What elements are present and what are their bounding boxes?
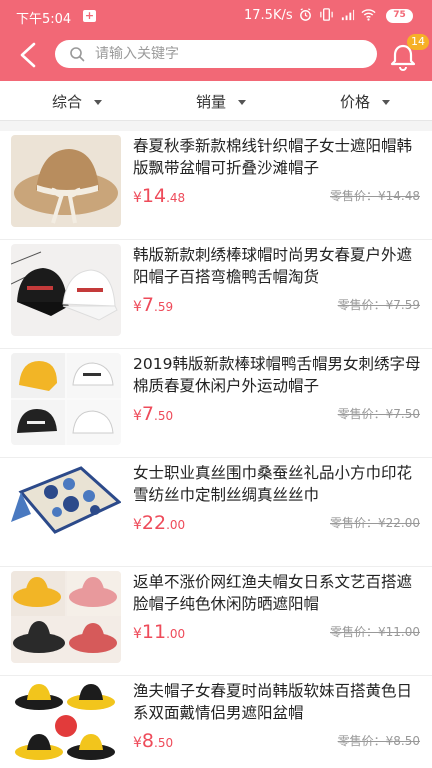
divider — [0, 121, 432, 131]
retail-price: 零售价：¥11.00 — [330, 625, 420, 639]
status-icons — [298, 7, 376, 22]
product-list: 春夏秋季新款棉线针织帽子女士遮阳帽韩版飘带盆帽可折叠沙滩帽子 ¥14.48 零售… — [0, 131, 432, 768]
product-item[interactable]: 春夏秋季新款棉线针织帽子女士遮阳帽韩版飘带盆帽可折叠沙滩帽子 ¥14.48 零售… — [0, 131, 432, 240]
product-item[interactable]: 2019韩版新款棒球帽鸭舌帽男女刺绣字母棉质春夏休闲户外运动帽子 ¥7.50 零… — [0, 349, 432, 458]
product-price: ¥7.59 — [133, 294, 173, 316]
search-icon — [70, 47, 85, 62]
alarm-icon — [300, 8, 311, 21]
product-title: 女士职业真丝围巾桑蚕丝礼品小方巾印花雪纺丝巾定制丝绸真丝丝巾 — [133, 464, 413, 504]
product-item[interactable]: 返单不涨价网红渔夫帽女日系文艺百搭遮脸帽子纯色休闲防晒遮阳帽 ¥11.00 零售… — [0, 567, 432, 676]
sort-tab-label: 价格 — [340, 92, 371, 111]
product-image-straw-hat — [11, 135, 121, 227]
retail-price: 零售价：¥7.50 — [337, 407, 420, 421]
product-title: 韩版新款刺绣棒球帽时尚男女春夏户外遮阳帽子百搭弯檐鸭舌帽淘货 — [133, 246, 413, 286]
price-integer: 14 — [141, 185, 167, 207]
battery-indicator: 75 — [386, 9, 413, 23]
signal-icon — [341, 9, 355, 21]
caret-down-icon — [382, 99, 391, 105]
price-decimal: .50 — [154, 409, 174, 423]
product-title: 2019韩版新款棒球帽鸭舌帽男女刺绣字母棉质春夏休闲户外运动帽子 — [133, 355, 421, 395]
price-currency: ¥ — [133, 408, 142, 424]
price-decimal: .50 — [154, 736, 174, 750]
caret-down-icon — [94, 99, 103, 105]
notification-plus-icon: + — [83, 9, 96, 22]
product-title: 渔夫帽子女春夏时尚韩版软妹百搭黄色日系双面戴情侣男遮阳盆帽 — [133, 682, 413, 722]
product-image-baseball-caps — [11, 244, 121, 336]
product-price: ¥14.48 — [133, 185, 185, 207]
price-decimal: .00 — [166, 627, 186, 641]
wifi-icon — [361, 9, 376, 21]
sort-tab-label: 销量 — [196, 92, 227, 111]
vibrate-icon — [320, 8, 333, 21]
product-image-bucket-hats — [11, 571, 121, 663]
product-price: ¥22.00 — [133, 512, 185, 534]
sort-tab-sales[interactable]: 销量 — [196, 81, 247, 121]
retail-price: 零售价：¥14.48 — [330, 189, 420, 203]
price-currency: ¥ — [133, 517, 142, 533]
retail-price: 零售价：¥7.59 — [337, 298, 420, 312]
product-price: ¥7.50 — [133, 403, 173, 425]
price-currency: ¥ — [133, 299, 142, 315]
price-integer: 8 — [141, 730, 155, 752]
price-currency: ¥ — [133, 190, 142, 206]
price-integer: 11 — [141, 621, 167, 643]
sort-bar: 综合 销量 价格 — [0, 81, 432, 121]
price-currency: ¥ — [133, 626, 142, 642]
price-decimal: .59 — [154, 300, 174, 314]
product-image-reversible-bucket-hats — [11, 680, 121, 768]
product-item[interactable]: 韩版新款刺绣棒球帽时尚男女春夏户外遮阳帽子百搭弯檐鸭舌帽淘货 ¥7.59 零售价… — [0, 240, 432, 349]
search-input[interactable] — [95, 46, 355, 62]
sort-tab-label: 综合 — [52, 92, 83, 111]
product-item[interactable]: 渔夫帽子女春夏时尚韩版软妹百搭黄色日系双面戴情侣男遮阳盆帽 ¥8.50 零售价：… — [0, 676, 432, 768]
product-title: 返单不涨价网红渔夫帽女日系文艺百搭遮脸帽子纯色休闲防晒遮阳帽 — [133, 573, 413, 613]
product-price: ¥8.50 — [133, 730, 173, 752]
price-currency: ¥ — [133, 735, 142, 751]
price-decimal: .00 — [166, 518, 186, 532]
product-image-silk-scarf — [11, 462, 121, 554]
sort-tab-price[interactable]: 价格 — [340, 81, 391, 121]
product-price: ¥11.00 — [133, 621, 185, 643]
notification-badge: 14 — [407, 34, 429, 50]
price-integer: 7 — [141, 294, 155, 316]
price-integer: 22 — [141, 512, 167, 534]
retail-price: 零售价：¥8.50 — [337, 734, 420, 748]
search-box[interactable] — [55, 40, 377, 68]
status-time: 下午5:04 — [16, 12, 72, 27]
back-arrow-icon[interactable] — [14, 40, 42, 70]
price-integer: 7 — [141, 403, 155, 425]
status-bar: 下午5:04 + 17.5K/s 75 — [0, 0, 432, 32]
sort-tab-comprehensive[interactable]: 综合 — [52, 81, 103, 121]
product-image-cap-collage — [11, 353, 121, 445]
retail-price: 零售价：¥22.00 — [330, 516, 420, 530]
product-item[interactable]: 女士职业真丝围巾桑蚕丝礼品小方巾印花雪纺丝巾定制丝绸真丝丝巾 ¥22.00 零售… — [0, 458, 432, 567]
product-title: 春夏秋季新款棉线针织帽子女士遮阳帽韩版飘带盆帽可折叠沙滩帽子 — [133, 137, 413, 177]
network-speed: 17.5K/s — [244, 8, 293, 23]
caret-down-icon — [238, 99, 247, 105]
price-decimal: .48 — [166, 191, 186, 205]
